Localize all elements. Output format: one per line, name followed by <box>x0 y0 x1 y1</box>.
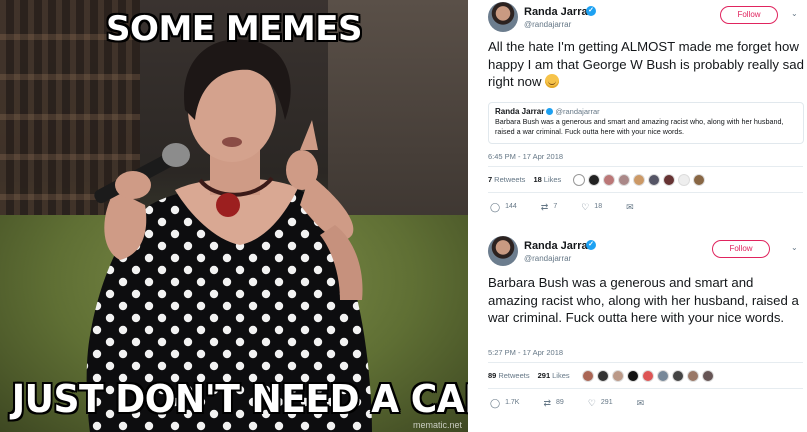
quoted-tweet-text: Barbara Bush was a generous and smart an… <box>495 117 784 136</box>
tweet-actions: ◯ 1.7K ⇄ 89 ♡ 291 ✉ <box>490 396 673 410</box>
author-handle[interactable]: @randajarrar <box>524 254 571 263</box>
divider <box>488 362 803 363</box>
liker-avatars <box>573 174 708 186</box>
heart-icon: ♡ <box>581 202 590 212</box>
meme-bottom-caption: JUST DON'T NEED A CAPTION <box>11 377 468 421</box>
retweet-button[interactable]: ⇄ 89 <box>543 396 563 410</box>
avatar[interactable] <box>581 370 594 382</box>
avatar[interactable] <box>611 370 624 382</box>
avatar[interactable] <box>671 370 684 382</box>
verified-badge-icon: ✓ <box>586 240 596 250</box>
tweet-header: Randa Jarrar ✓ @randajarrar Follow ⌄ <box>488 2 803 34</box>
like-button[interactable]: ♡ 18 <box>581 200 602 214</box>
avatar[interactable] <box>648 174 661 186</box>
chevron-down-icon[interactable]: ⌄ <box>791 9 798 18</box>
meme-image: SOME MEMES JUST DON'T NEED A CAPTION mem… <box>0 0 468 432</box>
quoted-author-name: Randa Jarrar <box>495 107 545 116</box>
tweet-timestamp[interactable]: 5:27 PM - 17 Apr 2018 <box>488 348 563 357</box>
divider <box>488 166 803 167</box>
reply-button[interactable]: ◯ 1.7K <box>490 396 519 410</box>
envelope-icon: ✉ <box>626 202 634 212</box>
chevron-down-icon[interactable]: ⌄ <box>791 243 798 252</box>
avatar[interactable] <box>603 174 616 186</box>
envelope-icon: ✉ <box>636 398 645 408</box>
tweet-card: Randa Jarrar ✓ @randajarrar Follow ⌄ All… <box>484 0 807 222</box>
verified-badge-icon: ✓ <box>586 6 596 16</box>
message-button[interactable]: ✉ <box>637 396 650 410</box>
tweet-header: Randa Jarrar ✓ @randajarrar Follow ⌄ <box>488 236 803 268</box>
reply-icon: ◯ <box>490 202 501 212</box>
retweet-icon: ⇄ <box>540 202 549 212</box>
author-name[interactable]: Randa Jarrar <box>524 240 592 252</box>
tweet-timestamp[interactable]: 6:45 PM - 17 Apr 2018 <box>488 152 563 161</box>
avatar[interactable] <box>488 236 518 266</box>
follow-button[interactable]: Follow <box>720 6 778 24</box>
divider <box>488 192 803 193</box>
avatar[interactable] <box>686 370 699 382</box>
verified-badge-icon <box>546 108 554 115</box>
author-handle[interactable]: @randajarrar <box>524 20 571 29</box>
quoted-author-handle: @randajarrar <box>555 107 600 116</box>
avatar[interactable] <box>663 174 676 186</box>
avatar[interactable] <box>573 174 586 186</box>
heart-icon: ♡ <box>587 398 596 408</box>
avatar[interactable] <box>633 174 646 186</box>
avatar[interactable] <box>488 2 518 32</box>
like-button[interactable]: ♡ 291 <box>588 396 613 410</box>
avatar[interactable] <box>701 370 714 382</box>
reply-icon: ◯ <box>490 398 501 408</box>
avatar[interactable] <box>678 174 691 186</box>
avatar[interactable] <box>596 370 609 382</box>
engagement-stats: 7 Retweets 18 Likes <box>488 172 708 188</box>
likes-stat[interactable]: 291 Likes <box>538 368 570 384</box>
tweet-text: Barbara Bush was a generous and smart an… <box>488 275 799 325</box>
tweet-text: All the hate I'm getting ALMOST made me … <box>488 39 804 89</box>
retweet-icon: ⇄ <box>543 398 552 408</box>
likes-stat[interactable]: 18 Likes <box>533 172 561 188</box>
retweets-stat[interactable]: 89 Retweets <box>488 368 530 384</box>
watermark: mematic.net <box>412 420 462 430</box>
smiling-face-icon <box>545 74 560 88</box>
follow-button[interactable]: Follow <box>712 240 770 258</box>
retweets-stat[interactable]: 7 Retweets <box>488 172 525 188</box>
avatar[interactable] <box>588 174 601 186</box>
tweet-card: Randa Jarrar ✓ @randajarrar Follow ⌄ Bar… <box>484 234 807 432</box>
avatar[interactable] <box>626 370 639 382</box>
speaker-figure <box>86 39 372 432</box>
quoted-tweet[interactable]: Randa Jarrar @randajarrar Barbara Bush wa… <box>488 102 804 144</box>
avatar[interactable] <box>693 174 706 186</box>
message-button[interactable]: ✉ <box>626 200 639 214</box>
avatar[interactable] <box>641 370 654 382</box>
divider <box>488 388 803 389</box>
author-name[interactable]: Randa Jarrar <box>524 6 592 18</box>
avatar[interactable] <box>618 174 631 186</box>
retweet-button[interactable]: ⇄ 7 <box>541 200 557 214</box>
tweet-actions: ◯ 144 ⇄ 7 ♡ 18 ✉ <box>490 200 663 214</box>
avatar[interactable] <box>656 370 669 382</box>
meme-top-caption: SOME MEMES <box>106 9 362 49</box>
engagement-stats: 89 Retweets 291 Likes <box>488 368 717 384</box>
liker-avatars <box>581 370 717 382</box>
divider <box>468 0 484 432</box>
reply-button[interactable]: ◯ 144 <box>490 200 517 214</box>
